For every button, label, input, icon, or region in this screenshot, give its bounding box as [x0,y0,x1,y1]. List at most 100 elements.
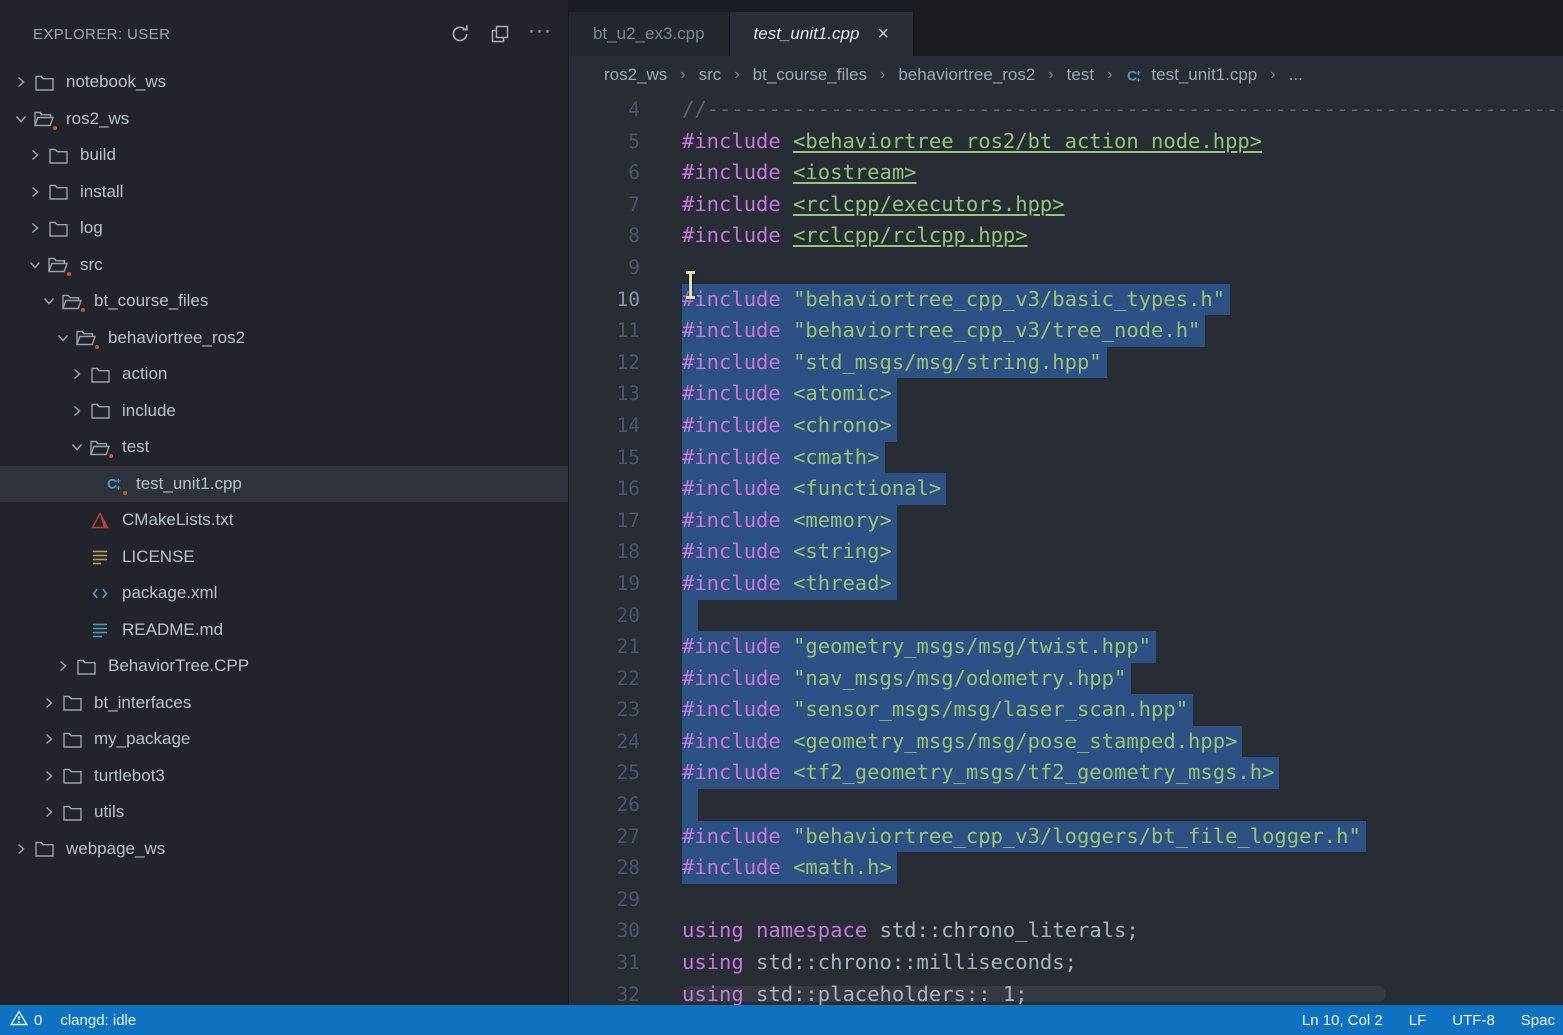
code-line-text: #include <tf2_geometry_msgs/tf2_geometry… [682,757,1279,789]
code-token: <memory> [793,508,892,532]
folder-open-icon [74,328,98,348]
tree-item-ros2_ws[interactable]: ros2_ws [0,101,568,138]
code-token: #include [682,824,781,848]
code-line-text: #include <rclcpp/rclcpp.hpp> [682,220,1028,252]
tree-item-webpage_ws[interactable]: webpage_ws [0,831,568,868]
encoding-indicator[interactable]: UTF-8 [1452,1012,1495,1029]
tree-item-src[interactable]: src [0,247,568,284]
code-token: <math.h> [793,855,892,879]
folder-open-icon [88,437,112,457]
collapse-folders-icon[interactable] [486,20,514,48]
breadcrumb-item[interactable]: ros2_ws [604,65,667,85]
code-line-text: #include <math.h> [682,852,897,884]
tab-bt_u2_ex3.cpp[interactable]: bt_u2_ex3.cpp [569,12,730,56]
breadcrumb-separator: › [1270,66,1275,84]
code-token: //--------------------------------------… [682,97,1563,121]
tree-item-turtlebot3[interactable]: turtlebot3 [0,758,568,795]
tree-item-install[interactable]: install [0,174,568,211]
tree-item-package.xml[interactable]: package.xml [0,575,568,612]
tree-item-LICENSE[interactable]: LICENSE [0,539,568,576]
tree-item-action[interactable]: action [0,356,568,393]
code-line-16: 16#include <functional> [569,473,1563,505]
line-number: 24 [569,726,640,758]
code-line-text [682,600,698,632]
code-token [781,381,793,405]
more-actions-icon[interactable]: ··· [526,20,554,48]
code-token [781,160,793,184]
tree-item-test_unit1.cpp[interactable]: C++test_unit1.cpp [0,466,568,503]
code-line-text: #include <chrono> [682,410,897,442]
line-number: 29 [569,884,640,916]
code-token: "nav_msgs/msg/odometry.hpp" [793,666,1126,690]
refresh-icon[interactable] [446,20,474,48]
code-token [781,855,793,879]
code-line-15: 15#include <cmath> [569,442,1563,474]
tree-item-my_package[interactable]: my_package [0,721,568,758]
tree-item-label: src [80,255,103,275]
tree-item-notebook_ws[interactable]: notebook_ws [0,64,568,101]
code-token: #include [682,697,781,721]
close-icon[interactable]: × [877,24,889,44]
tree-item-utils[interactable]: utils [0,794,568,831]
tree-item-bt_course_files[interactable]: bt_course_files [0,283,568,320]
problems-indicator[interactable]: 0 [10,1010,42,1030]
breadcrumb-overflow[interactable]: ... [1289,65,1303,85]
code-line-6: 6#include <iostream> [569,157,1563,189]
language-server-status[interactable]: clangd: idle [60,1012,136,1029]
breadcrumb-item[interactable]: test [1067,65,1094,85]
code-token [781,445,793,469]
folder-icon [32,839,56,859]
warning-count: 0 [34,1012,42,1029]
line-number: 15 [569,442,640,474]
tree-item-label: bt_interfaces [94,693,191,713]
tree-item-log[interactable]: log [0,210,568,247]
breadcrumb-item[interactable]: behaviortree_ros2 [898,65,1035,85]
code-token: <cmath> [793,445,879,469]
code-line-8: 8 #include <rclcpp/rclcpp.hpp> [569,220,1563,252]
tree-item-bt_interfaces[interactable]: bt_interfaces [0,685,568,722]
chevron-right-icon [24,184,46,200]
code-line-text: #include "behaviortree_cpp_v3/tree_node.… [682,315,1205,347]
cursor-position[interactable]: Ln 10, Col 2 [1302,1012,1383,1029]
breadcrumb-item[interactable]: test_unit1.cpp [1151,65,1257,85]
code-line-text: #include <thread> [682,568,897,600]
tree-item-include[interactable]: include [0,393,568,430]
code-line-27: 27#include "behaviortree_cpp_v3/loggers/… [569,821,1563,853]
code-token: <tf2_geometry_msgs/tf2_geometry_msgs.h> [793,760,1274,784]
main-area: EXPLORER: USER ··· notebook_wsros2_wsbui… [0,0,1563,1005]
code-token [781,287,793,311]
code-token: #include [682,666,781,690]
code-token [781,729,793,753]
git-modified-dot [51,124,59,132]
code-editor[interactable]: 4//-------------------------------------… [569,94,1563,1005]
code-token: #include [682,729,781,753]
tree-item-label: test [122,437,149,457]
svg-text:+: + [1136,74,1141,84]
explorer-title[interactable]: EXPLORER: USER [33,26,170,43]
git-modified-dot [93,343,101,351]
license-file-icon [88,547,112,567]
code-token: <rclcpp/executors.hpp> [793,192,1065,216]
code-line-text: using namespace std::chrono_literals; [682,915,1139,947]
line-number: 6 [569,157,640,189]
indentation-indicator[interactable]: Spac [1521,1012,1555,1029]
code-token: "geometry_msgs/msg/twist.hpp" [793,634,1151,658]
tree-item-README.md[interactable]: README.md [0,612,568,649]
code-token: <string> [793,539,892,563]
code-line-9: 9 [569,252,1563,284]
tab-test_unit1.cpp[interactable]: test_unit1.cpp× [730,12,915,56]
tree-item-behaviortree_ros2[interactable]: behaviortree_ros2 [0,320,568,357]
tree-item-CMakeLists.txt[interactable]: CMakeLists.txt [0,502,568,539]
tree-item-test[interactable]: test [0,429,568,466]
breadcrumb-item[interactable]: bt_course_files [753,65,867,85]
tree-item-build[interactable]: build [0,137,568,174]
horizontal-scrollbar[interactable] [682,986,1386,1002]
line-number: 8 [569,220,640,252]
chevron-right-icon [66,366,88,382]
breadcrumb-item[interactable]: src [699,65,722,85]
line-number: 30 [569,915,640,947]
tree-item-BehaviorTree.CPP[interactable]: BehaviorTree.CPP [0,648,568,685]
eol-indicator[interactable]: LF [1409,1012,1427,1029]
tab-bar: bt_u2_ex3.cpptest_unit1.cpp× [569,0,1563,56]
folder-open-icon [60,291,84,311]
